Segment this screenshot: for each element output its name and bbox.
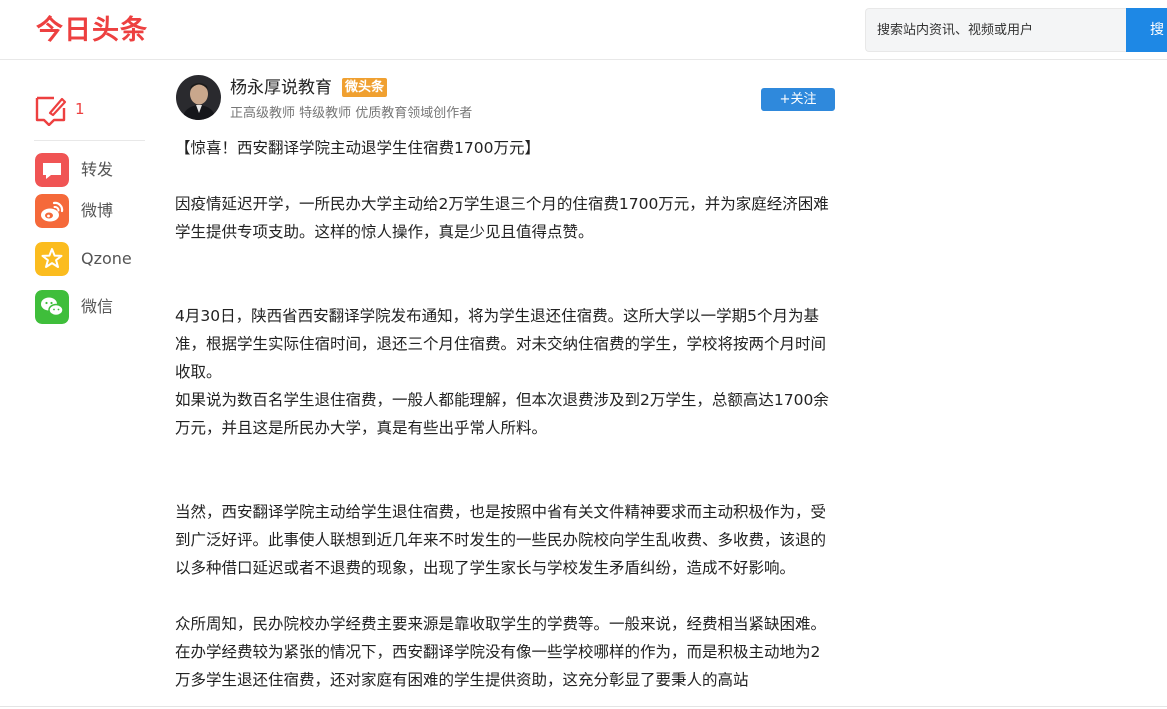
micro-headline-badge: 微头条 [342, 78, 388, 97]
comment-count: 1 [75, 100, 85, 118]
bottom-divider [0, 706, 1167, 707]
article-body: 【惊喜！西安翻译学院主动退学生住宿费1700万元】 因疫情延迟开学，一所民办大学… [175, 134, 835, 694]
article-paragraph: 众所周知，民办院校办学经费主要来源是靠收取学生的学费等。一般来说，经费相当紧缺困… [175, 615, 827, 689]
divider [34, 140, 145, 141]
comment-button[interactable]: 1 [34, 94, 144, 126]
search-input[interactable] [865, 8, 1127, 52]
weibo-icon [35, 194, 69, 228]
article-headline: 【惊喜！西安翻译学院主动退学生住宿费1700万元】 [175, 139, 540, 157]
share-wechat[interactable]: 微信 [35, 290, 155, 324]
article-paragraph: 如果说为数百名学生退住宿费，一般人都能理解，但本次退费涉及到2万学生，总额高达1… [175, 391, 829, 437]
share-qzone[interactable]: Qzone [35, 242, 155, 276]
qzone-icon [35, 242, 69, 276]
share-weibo-label: 微博 [81, 201, 114, 220]
share-wechat-label: 微信 [81, 297, 114, 316]
article-paragraph: 当然，西安翻译学院主动给学生退住宿费，也是按照中省有关文件精神要求而主动积极作为… [175, 503, 827, 577]
share-qzone-label: Qzone [81, 249, 132, 268]
share-repost-label: 转发 [81, 160, 114, 179]
author-name[interactable]: 杨永厚说教育 [230, 77, 332, 99]
wechat-icon [35, 290, 69, 324]
article-paragraph: 4月30日，陕西省西安翻译学院发布通知，将为学生退还住宿费。这所大学以一学期5个… [175, 307, 827, 381]
article-paragraph: 因疫情延迟开学，一所民办大学主动给2万学生退三个月的住宿费1700万元，并为家庭… [175, 195, 829, 241]
search-button[interactable]: 搜 [1126, 8, 1167, 52]
avatar-photo-icon [176, 75, 221, 120]
comment-edit-icon [35, 96, 67, 126]
share-weibo[interactable]: 微博 [35, 194, 155, 228]
share-repost[interactable]: 转发 [35, 153, 155, 187]
follow-button[interactable]: +关注 [761, 88, 835, 111]
author-avatar[interactable] [176, 75, 221, 120]
top-header: 今日头条 搜 [0, 0, 1167, 60]
site-logo[interactable]: 今日头条 [36, 14, 148, 48]
repost-icon [35, 153, 69, 187]
author-description: 正高级教师 特级教师 优质教育领域创作者 [230, 106, 473, 121]
